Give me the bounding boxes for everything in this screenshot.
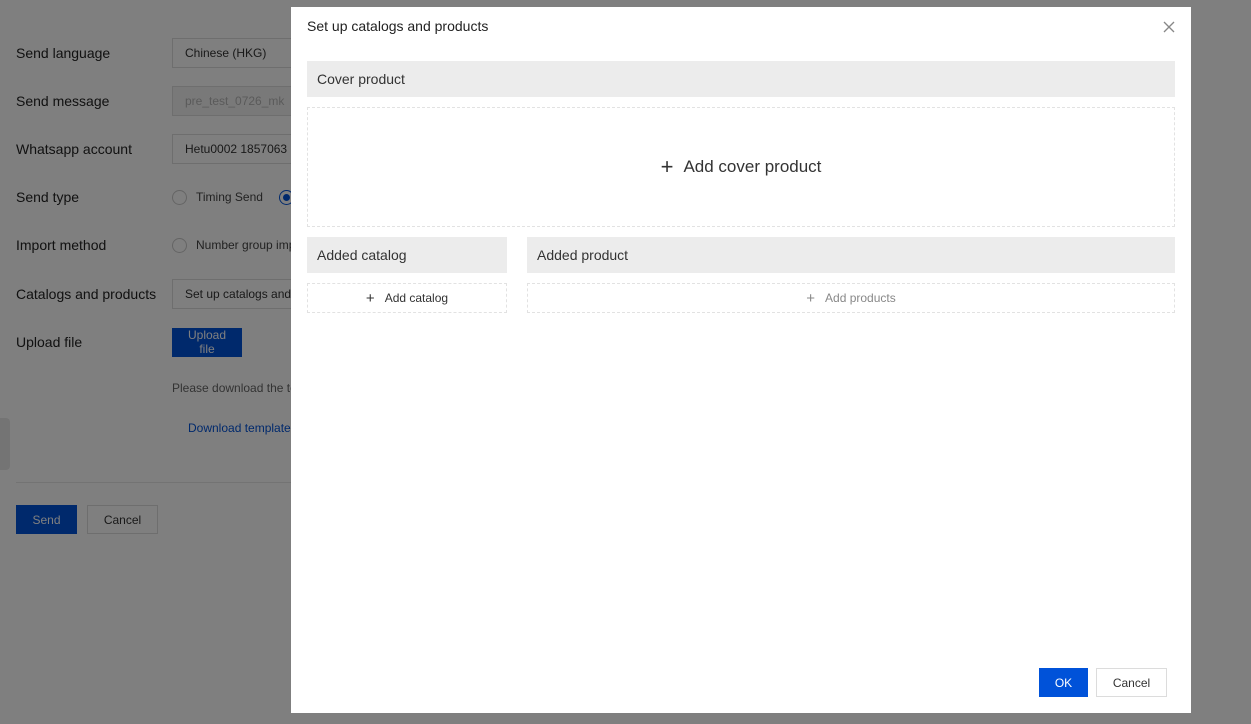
catalogs-products-dialog: Set up catalogs and products Cover produ… [291, 7, 1191, 713]
added-catalog-header: Added catalog [307, 237, 507, 273]
dialog-cancel-button[interactable]: Cancel [1096, 668, 1167, 697]
dialog-footer: OK Cancel [1039, 668, 1167, 697]
plus-icon: + [660, 154, 674, 179]
add-cover-product-label: Add cover product [683, 157, 822, 176]
add-products-label: Add products [825, 291, 896, 305]
plus-icon: + [365, 289, 375, 307]
add-products-button[interactable]: + Add products [527, 283, 1175, 313]
plus-icon: + [806, 289, 816, 307]
dialog-title: Set up catalogs and products [307, 18, 489, 34]
added-product-header: Added product [527, 237, 1175, 273]
add-catalog-button[interactable]: + Add catalog [307, 283, 507, 313]
page: Send language Chinese (HKG) Send message… [0, 0, 1251, 724]
add-catalog-label: Add catalog [384, 291, 449, 305]
ok-button[interactable]: OK [1039, 668, 1088, 697]
close-icon[interactable] [1161, 19, 1177, 35]
add-cover-product-button[interactable]: + Add cover product [307, 107, 1175, 227]
cover-product-header: Cover product [307, 61, 1175, 97]
